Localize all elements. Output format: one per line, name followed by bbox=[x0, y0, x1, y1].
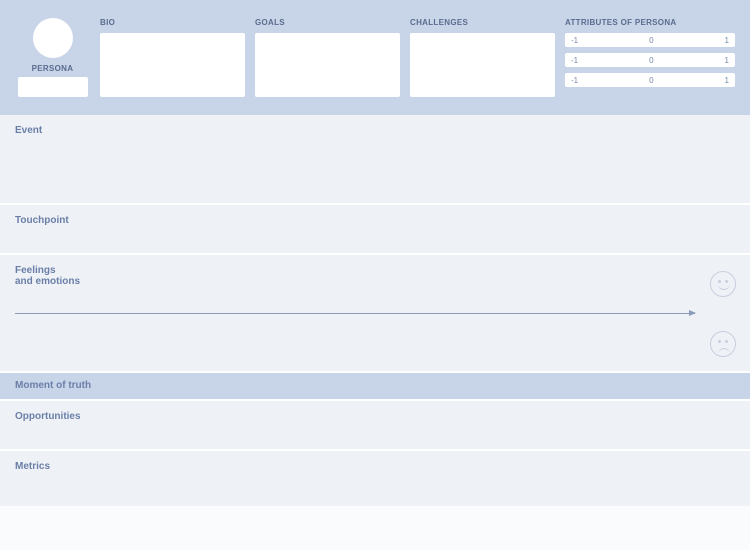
slider-min: -1 bbox=[571, 56, 578, 65]
touchpoint-row[interactable]: Touchpoint bbox=[0, 205, 750, 255]
goals-input[interactable] bbox=[255, 33, 400, 97]
metrics-row[interactable]: Metrics bbox=[0, 451, 750, 506]
attributes-block: ATTRIBUTES OF PERSONA -1 0 1 -1 0 1 -1 0… bbox=[565, 18, 735, 97]
journey-rows: Event Touchpoint Feelings and emotions M… bbox=[0, 115, 750, 506]
challenges-block: CHALLENGES bbox=[410, 18, 555, 97]
bio-label: BIO bbox=[100, 18, 245, 27]
bio-block: BIO bbox=[100, 18, 245, 97]
bio-input[interactable] bbox=[100, 33, 245, 97]
persona-block: PERSONA bbox=[15, 18, 90, 97]
feelings-row[interactable]: Feelings and emotions bbox=[0, 255, 750, 373]
persona-name-input[interactable] bbox=[18, 77, 88, 97]
challenges-label: CHALLENGES bbox=[410, 18, 555, 27]
sad-face-icon bbox=[710, 331, 736, 357]
attribute-slider-3[interactable]: -1 0 1 bbox=[565, 73, 735, 87]
slider-mid: 0 bbox=[649, 76, 653, 85]
challenges-input[interactable] bbox=[410, 33, 555, 97]
slider-min: -1 bbox=[571, 76, 578, 85]
avatar-placeholder[interactable] bbox=[33, 18, 73, 58]
feelings-label: Feelings and emotions bbox=[15, 265, 695, 287]
happy-face-icon bbox=[710, 271, 736, 297]
timeline-arrow-icon bbox=[15, 313, 695, 314]
slider-mid: 0 bbox=[649, 56, 653, 65]
event-row[interactable]: Event bbox=[0, 115, 750, 205]
attribute-slider-2[interactable]: -1 0 1 bbox=[565, 53, 735, 67]
persona-label: PERSONA bbox=[32, 64, 74, 73]
moment-label: Moment of truth bbox=[15, 380, 735, 391]
touchpoint-label: Touchpoint bbox=[15, 215, 735, 226]
attributes-label: ATTRIBUTES OF PERSONA bbox=[565, 18, 735, 27]
goals-label: GOALS bbox=[255, 18, 400, 27]
attribute-slider-1[interactable]: -1 0 1 bbox=[565, 33, 735, 47]
goals-block: GOALS bbox=[255, 18, 400, 97]
moment-of-truth-row[interactable]: Moment of truth bbox=[0, 373, 750, 401]
slider-mid: 0 bbox=[649, 36, 653, 45]
slider-min: -1 bbox=[571, 36, 578, 45]
opportunities-row[interactable]: Opportunities bbox=[0, 401, 750, 451]
event-label: Event bbox=[15, 125, 735, 136]
slider-max: 1 bbox=[725, 76, 729, 85]
opportunities-label: Opportunities bbox=[15, 411, 735, 422]
persona-header: PERSONA BIO GOALS CHALLENGES ATTRIBUTES … bbox=[0, 0, 750, 115]
slider-max: 1 bbox=[725, 36, 729, 45]
metrics-label: Metrics bbox=[15, 461, 735, 472]
slider-max: 1 bbox=[725, 56, 729, 65]
